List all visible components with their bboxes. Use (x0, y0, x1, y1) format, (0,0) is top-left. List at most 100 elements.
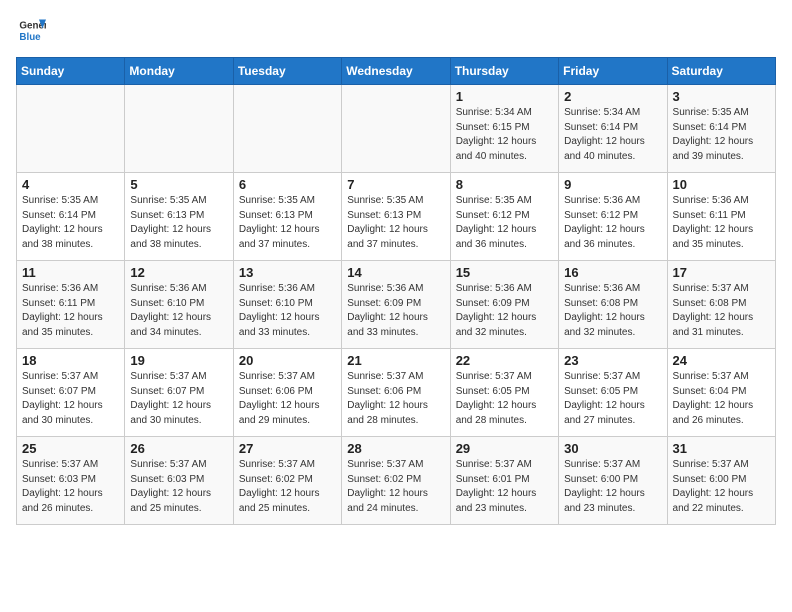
day-number: 9 (564, 177, 661, 192)
day-number: 3 (673, 89, 770, 104)
weekday-header: Tuesday (233, 58, 341, 85)
day-number: 30 (564, 441, 661, 456)
calendar-cell: 6 Sunrise: 5:35 AM Sunset: 6:13 PM Daylig… (233, 173, 341, 261)
day-number: 8 (456, 177, 553, 192)
calendar-cell: 13Sunrise: 5:36 AM Sunset: 6:10 PM Dayli… (233, 261, 341, 349)
day-number: 6 (239, 177, 336, 192)
calendar-cell (125, 85, 233, 173)
calendar-cell: 7 Sunrise: 5:35 AM Sunset: 6:13 PM Daylig… (342, 173, 450, 261)
calendar-cell: 4 Sunrise: 5:35 AM Sunset: 6:14 PM Daylig… (17, 173, 125, 261)
day-info: Sunrise: 5:35 AM Sunset: 6:14 PM Dayligh… (673, 106, 770, 164)
weekday-header: Wednesday (342, 58, 450, 85)
calendar-cell (342, 85, 450, 173)
calendar-cell: 26Sunrise: 5:37 AM Sunset: 6:03 PM Dayli… (125, 437, 233, 525)
weekday-header: Thursday (450, 58, 558, 85)
calendar-cell: 21 Sunrise: 5:37 AM Sunset: 6:06 PM Dayli… (342, 349, 450, 437)
day-info: Sunrise: 5:35 AM Sunset: 6:13 PM Dayligh… (347, 194, 444, 252)
day-number: 2 (564, 89, 661, 104)
day-number: 19 (130, 353, 227, 368)
day-info: Sunrise: 5:37 AM Sunset: 6:06 PM Dayligh… (239, 370, 336, 428)
calendar-cell: 8 Sunrise: 5:35 AM Sunset: 6:12 PM Daylig… (450, 173, 558, 261)
day-info: Sunrise: 5:37 AM Sunset: 6:05 PM Dayligh… (456, 370, 553, 428)
day-info: Sunrise: 5:37 AM Sunset: 6:05 PM Dayligh… (564, 370, 661, 428)
calendar-cell: 3 Sunrise: 5:35 AM Sunset: 6:14 PM Daylig… (667, 85, 775, 173)
calendar-cell: 22 Sunrise: 5:37 AM Sunset: 6:05 PM Dayli… (450, 349, 558, 437)
calendar-cell: 16Sunrise: 5:36 AM Sunset: 6:08 PM Dayli… (559, 261, 667, 349)
weekday-header: Monday (125, 58, 233, 85)
calendar-cell (17, 85, 125, 173)
weekday-header: Saturday (667, 58, 775, 85)
calendar-cell: 31Sunrise: 5:37 AM Sunset: 6:00 PM Dayli… (667, 437, 775, 525)
day-info: Sunrise: 5:36 AM Sunset: 6:10 PM Dayligh… (130, 282, 227, 340)
day-number: 23 (564, 353, 661, 368)
calendar-cell: 18 Sunrise: 5:37 AM Sunset: 6:07 PM Dayli… (17, 349, 125, 437)
day-info: Sunrise: 5:35 AM Sunset: 6:12 PM Dayligh… (456, 194, 553, 252)
calendar-cell: 20Sunrise: 5:37 AM Sunset: 6:06 PM Dayli… (233, 349, 341, 437)
day-number: 1 (456, 89, 553, 104)
calendar-cell (233, 85, 341, 173)
day-info: Sunrise: 5:37 AM Sunset: 6:04 PM Dayligh… (673, 370, 770, 428)
day-info: Sunrise: 5:35 AM Sunset: 6:13 PM Dayligh… (239, 194, 336, 252)
calendar-header-row: SundayMondayTuesdayWednesdayThursdayFrid… (17, 58, 776, 85)
calendar-cell: 1 Sunrise: 5:34 AM Sunset: 6:15 PM Daylig… (450, 85, 558, 173)
day-number: 29 (456, 441, 553, 456)
day-number: 7 (347, 177, 444, 192)
day-number: 26 (130, 441, 227, 456)
day-info: Sunrise: 5:36 AM Sunset: 6:09 PM Dayligh… (456, 282, 553, 340)
day-info: Sunrise: 5:37 AM Sunset: 6:00 PM Dayligh… (564, 458, 661, 516)
calendar-cell: 12 Sunrise: 5:36 AM Sunset: 6:10 PM Dayli… (125, 261, 233, 349)
day-info: Sunrise: 5:37 AM Sunset: 6:06 PM Dayligh… (347, 370, 444, 428)
calendar-week-row: 1 Sunrise: 5:34 AM Sunset: 6:15 PM Daylig… (17, 85, 776, 173)
day-number: 18 (22, 353, 119, 368)
calendar-cell: 2 Sunrise: 5:34 AM Sunset: 6:14 PM Daylig… (559, 85, 667, 173)
day-info: Sunrise: 5:37 AM Sunset: 6:03 PM Dayligh… (22, 458, 119, 516)
day-number: 22 (456, 353, 553, 368)
day-info: Sunrise: 5:37 AM Sunset: 6:07 PM Dayligh… (130, 370, 227, 428)
day-number: 21 (347, 353, 444, 368)
day-number: 15 (456, 265, 553, 280)
calendar-cell: 29 Sunrise: 5:37 AM Sunset: 6:01 PM Dayli… (450, 437, 558, 525)
weekday-header: Sunday (17, 58, 125, 85)
day-info: Sunrise: 5:37 AM Sunset: 6:02 PM Dayligh… (239, 458, 336, 516)
day-info: Sunrise: 5:36 AM Sunset: 6:11 PM Dayligh… (22, 282, 119, 340)
day-info: Sunrise: 5:37 AM Sunset: 6:02 PM Dayligh… (347, 458, 444, 516)
day-info: Sunrise: 5:35 AM Sunset: 6:14 PM Dayligh… (22, 194, 119, 252)
day-info: Sunrise: 5:36 AM Sunset: 6:11 PM Dayligh… (673, 194, 770, 252)
svg-text:Blue: Blue (19, 32, 41, 43)
calendar-cell: 27 Sunrise: 5:37 AM Sunset: 6:02 PM Dayli… (233, 437, 341, 525)
day-number: 28 (347, 441, 444, 456)
day-number: 11 (22, 265, 119, 280)
calendar-cell: 10 Sunrise: 5:36 AM Sunset: 6:11 PM Dayli… (667, 173, 775, 261)
day-number: 24 (673, 353, 770, 368)
calendar-cell: 25 Sunrise: 5:37 AM Sunset: 6:03 PM Dayli… (17, 437, 125, 525)
day-info: Sunrise: 5:34 AM Sunset: 6:14 PM Dayligh… (564, 106, 661, 164)
calendar-cell: 23 Sunrise: 5:37 AM Sunset: 6:05 PM Dayli… (559, 349, 667, 437)
day-number: 27 (239, 441, 336, 456)
calendar-body: 1 Sunrise: 5:34 AM Sunset: 6:15 PM Daylig… (17, 85, 776, 525)
day-info: Sunrise: 5:34 AM Sunset: 6:15 PM Dayligh… (456, 106, 553, 164)
calendar-cell: 30 Sunrise: 5:37 AM Sunset: 6:00 PM Dayli… (559, 437, 667, 525)
day-number: 10 (673, 177, 770, 192)
day-info: Sunrise: 5:37 AM Sunset: 6:00 PM Dayligh… (673, 458, 770, 516)
logo: General Blue (16, 16, 46, 49)
logo-icon: General Blue (18, 16, 46, 44)
day-number: 4 (22, 177, 119, 192)
calendar-cell: 28 Sunrise: 5:37 AM Sunset: 6:02 PM Dayli… (342, 437, 450, 525)
day-number: 12 (130, 265, 227, 280)
day-number: 25 (22, 441, 119, 456)
calendar-cell: 14Sunrise: 5:36 AM Sunset: 6:09 PM Dayli… (342, 261, 450, 349)
calendar-cell: 17Sunrise: 5:37 AM Sunset: 6:08 PM Dayli… (667, 261, 775, 349)
day-info: Sunrise: 5:36 AM Sunset: 6:12 PM Dayligh… (564, 194, 661, 252)
calendar-cell: 11 Sunrise: 5:36 AM Sunset: 6:11 PM Dayli… (17, 261, 125, 349)
page-header: General Blue (16, 16, 776, 49)
calendar-week-row: 11 Sunrise: 5:36 AM Sunset: 6:11 PM Dayli… (17, 261, 776, 349)
day-number: 14 (347, 265, 444, 280)
calendar-week-row: 25 Sunrise: 5:37 AM Sunset: 6:03 PM Dayli… (17, 437, 776, 525)
day-number: 16 (564, 265, 661, 280)
calendar-table: SundayMondayTuesdayWednesdayThursdayFrid… (16, 57, 776, 525)
day-info: Sunrise: 5:37 AM Sunset: 6:07 PM Dayligh… (22, 370, 119, 428)
day-info: Sunrise: 5:37 AM Sunset: 6:08 PM Dayligh… (673, 282, 770, 340)
day-info: Sunrise: 5:37 AM Sunset: 6:01 PM Dayligh… (456, 458, 553, 516)
day-info: Sunrise: 5:36 AM Sunset: 6:10 PM Dayligh… (239, 282, 336, 340)
weekday-header: Friday (559, 58, 667, 85)
